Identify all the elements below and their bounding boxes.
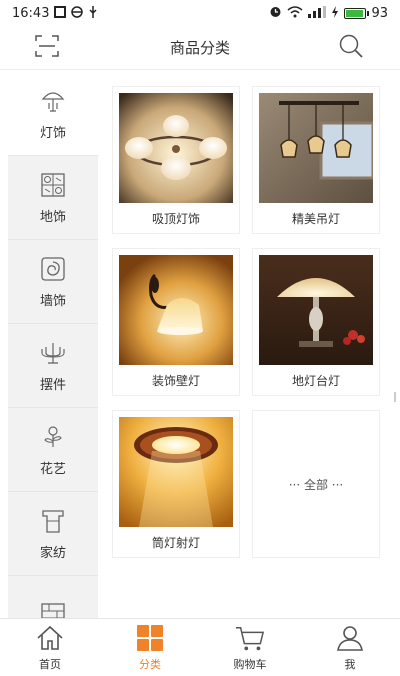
subcategory-card-wall-lamp[interactable]: 装饰壁灯 xyxy=(112,248,240,396)
subcategory-label: 装饰壁灯 xyxy=(151,374,200,388)
category-sidebar: 灯饰 地饰 墙饰 摆件 花艺 家纺 xyxy=(8,72,98,618)
subcategory-grid: 吸顶灯饰 精美吊灯 装饰壁灯 地灯台灯 筒灯射灯 ··· 全部 ··· xyxy=(98,72,400,618)
tab-home[interactable]: 首页 xyxy=(0,619,100,676)
view-all-button[interactable]: ··· 全部 ··· xyxy=(252,410,380,558)
lamp-icon xyxy=(38,86,68,116)
subcategory-card-ceiling-lamp[interactable]: 吸顶灯饰 xyxy=(112,86,240,234)
subcategory-card-table-lamp[interactable]: 地灯台灯 xyxy=(252,248,380,396)
candelabra-icon xyxy=(38,338,68,368)
charging-icon xyxy=(331,5,339,21)
battery-icon xyxy=(344,7,370,19)
flower-icon xyxy=(38,422,68,452)
notification-icon xyxy=(54,5,67,21)
alarm-icon xyxy=(269,5,282,21)
tab-category[interactable]: 分类 xyxy=(100,619,200,676)
sidebar-item-label: 灯饰 xyxy=(39,126,66,141)
sidebar-item-more[interactable] xyxy=(8,576,98,618)
downlight-image xyxy=(119,417,233,527)
page-title: 商品分类 xyxy=(169,39,230,57)
subcategory-label: 吸顶灯饰 xyxy=(151,212,200,226)
tab-me[interactable]: 我 xyxy=(300,619,400,676)
towel-icon xyxy=(38,506,68,536)
home-icon xyxy=(35,623,65,653)
scan-button[interactable] xyxy=(32,34,62,62)
wifi-icon xyxy=(287,5,303,21)
floor-tile-icon xyxy=(38,170,68,200)
battery-level: 93 xyxy=(371,5,388,21)
tab-label: 分类 xyxy=(139,658,161,671)
status-time: 16:43 xyxy=(12,5,50,21)
sidebar-item-floor[interactable]: 地饰 xyxy=(8,156,98,240)
table-lamp-image xyxy=(259,255,373,365)
subcategory-label: 地灯台灯 xyxy=(291,374,340,388)
ceiling-lamp-image xyxy=(119,93,233,203)
sidebar-item-wall[interactable]: 墙饰 xyxy=(8,240,98,324)
pendant-lamp-image xyxy=(259,93,373,203)
cart-icon xyxy=(235,623,265,653)
user-icon xyxy=(335,623,365,653)
subcategory-card-pendant-lamp[interactable]: 精美吊灯 xyxy=(252,86,380,234)
sidebar-item-label: 墙饰 xyxy=(39,294,66,309)
wall-lamp-image xyxy=(119,255,233,365)
tab-label: 购物车 xyxy=(233,658,267,671)
signal-icon xyxy=(308,5,327,21)
subcategory-label: 精美吊灯 xyxy=(291,212,340,226)
subcategory-label: 筒灯射灯 xyxy=(151,536,200,550)
sidebar-item-lighting[interactable]: 灯饰 xyxy=(8,72,98,156)
tab-label: 首页 xyxy=(39,658,61,671)
sidebar-item-label: 地饰 xyxy=(39,210,66,225)
scan-icon xyxy=(34,34,60,62)
scroll-indicator xyxy=(394,392,396,402)
view-all-label: ··· 全部 ··· xyxy=(288,477,344,492)
tab-cart[interactable]: 购物车 xyxy=(200,619,300,676)
subcategory-card-downlight[interactable]: 筒灯射灯 xyxy=(112,410,240,558)
search-icon xyxy=(338,33,364,63)
category-grid-icon xyxy=(135,623,165,653)
sidebar-item-textiles[interactable]: 家纺 xyxy=(8,492,98,576)
sidebar-item-label: 摆件 xyxy=(39,378,66,393)
usb-icon xyxy=(88,5,98,21)
wall-decor-icon xyxy=(38,254,68,284)
tab-label: 我 xyxy=(344,658,356,671)
brick-icon xyxy=(38,600,68,618)
sidebar-item-label: 家纺 xyxy=(39,546,66,561)
bottom-tab-bar: 首页 分类 购物车 我 xyxy=(0,618,400,676)
search-button[interactable] xyxy=(336,34,366,62)
header-bar: 商品分类 xyxy=(0,26,400,70)
status-bar: 16:43 93 xyxy=(0,0,400,26)
sidebar-item-floral[interactable]: 花艺 xyxy=(8,408,98,492)
sidebar-item-ornaments[interactable]: 摆件 xyxy=(8,324,98,408)
vpn-icon xyxy=(71,5,84,21)
sidebar-item-label: 花艺 xyxy=(39,462,66,477)
